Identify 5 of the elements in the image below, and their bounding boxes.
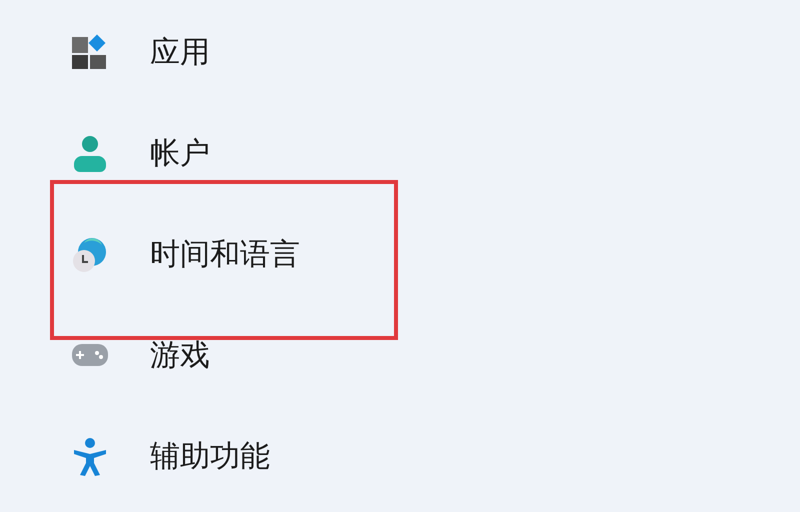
- nav-item[interactable]: 应用: [150, 32, 210, 73]
- nav-item[interactable]: 辅助功能: [150, 436, 270, 477]
- nav-item[interactable]: 游戏: [150, 335, 210, 376]
- nav-item[interactable]: 帐户: [150, 133, 210, 174]
- nav-item[interactable]: 时间和语言: [150, 234, 300, 275]
